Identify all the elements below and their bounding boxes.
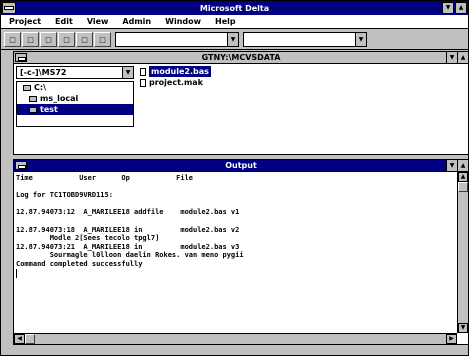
app-title: Microsoft Delta (199, 3, 270, 13)
file-label: module2.bas (149, 66, 211, 77)
system-menu-icon[interactable] (15, 161, 27, 170)
directory-label: C:\ (34, 83, 46, 92)
scroll-right-arrow-icon[interactable]: ▶ (446, 334, 457, 344)
menu-admin[interactable]: Admin (122, 17, 151, 26)
menu-bar: Project Edit View Admin Window Help (1, 15, 468, 29)
minimize-button[interactable]: ▼ (442, 2, 454, 14)
horizontal-scrollbar[interactable]: ◀ ▶ (14, 333, 457, 344)
log-line: 12.87.94073:21 A_MARILEE18 in module2.ba… (16, 242, 240, 251)
file-list: module2.bas project.mak (138, 66, 468, 154)
directory-list: C:\ ms_local test (16, 81, 134, 127)
log-line: Modle 2[Sees tecolo tpgl7] (16, 234, 160, 243)
drive-select[interactable]: [-c-]\MS72 ▼ (16, 66, 134, 79)
output-window-titlebar[interactable]: Output ▼ ▲ (14, 160, 468, 172)
output-log[interactable]: Time User Op File Log for TC1TOBD9VRD115… (16, 174, 456, 332)
system-menu-icon[interactable] (15, 53, 27, 62)
directory-label: ms_local (40, 94, 79, 103)
chevron-down-icon[interactable]: ▼ (122, 67, 133, 78)
log-line: 12.87.94073:12 A_MARILEE18 addfile modul… (16, 208, 240, 217)
folder-icon (29, 106, 37, 113)
log-line: Log for TC1TOBD9VRD115: (16, 191, 113, 200)
output-window-title: Output (225, 161, 257, 170)
scroll-up-arrow-icon[interactable]: ▲ (458, 172, 468, 182)
minimize-button[interactable]: ▼ (446, 52, 457, 63)
project-window: GTNY:\MCVSDATA ▼ ▲ [-c-]\MS72 ▼ C:\ ms_l… (13, 51, 469, 155)
app-titlebar[interactable]: Microsoft Delta ▼ ▲ (1, 1, 468, 15)
folder-icon (29, 95, 37, 102)
horizontal-scroll-thumb[interactable] (25, 334, 35, 344)
vertical-scroll-thumb[interactable] (458, 182, 468, 192)
drive-value: [-c-]\MS72 (20, 68, 67, 77)
maximize-button[interactable]: ▲ (457, 160, 468, 171)
project-window-titlebar[interactable]: GTNY:\MCVSDATA ▼ ▲ (14, 52, 468, 64)
project-combo[interactable]: ▼ (115, 32, 239, 47)
chevron-down-icon[interactable]: ▼ (227, 33, 238, 46)
menu-project[interactable]: Project (9, 17, 41, 26)
system-menu-icon[interactable] (2, 2, 16, 14)
toolbar-button-6[interactable]: □ (94, 32, 111, 47)
vertical-scrollbar[interactable]: ▲ ▼ (457, 172, 468, 333)
toolbar-button-3[interactable]: □ (40, 32, 57, 47)
toolbar-button-1[interactable]: □ (4, 32, 21, 47)
log-line: Command completed successfully (16, 259, 143, 268)
file-combo[interactable]: ▼ (243, 32, 367, 47)
toolbar-button-5[interactable]: □ (76, 32, 93, 47)
scroll-left-arrow-icon[interactable]: ◀ (14, 334, 25, 344)
directory-label: test (40, 105, 58, 114)
menu-edit[interactable]: Edit (55, 17, 73, 26)
file-item-selected[interactable]: module2.bas (138, 66, 468, 77)
log-line: Time User Op File (16, 174, 194, 182)
directory-panel: [-c-]\MS72 ▼ C:\ ms_local test (16, 66, 134, 154)
menu-window[interactable]: Window (165, 17, 201, 26)
chevron-down-icon[interactable]: ▼ (355, 33, 366, 46)
directory-item[interactable]: C:\ (17, 82, 133, 93)
menu-view[interactable]: View (87, 17, 109, 26)
app-window: Microsoft Delta ▼ ▲ Project Edit View Ad… (0, 0, 469, 356)
maximize-button[interactable]: ▲ (455, 2, 467, 14)
file-icon (140, 67, 146, 76)
minimize-button[interactable]: ▼ (446, 160, 457, 171)
file-item[interactable]: project.mak (138, 77, 468, 88)
toolbar-button-2[interactable]: □ (22, 32, 39, 47)
project-window-title: GTNY:\MCVSDATA (201, 53, 281, 62)
log-line: 12.87.94073:18 A_MARILEE18 in module2.ba… (16, 225, 240, 234)
menu-help[interactable]: Help (215, 17, 236, 26)
log-line: Sourmagle l0lloon daelin Rokes. van meno… (16, 251, 244, 260)
maximize-button[interactable]: ▲ (457, 52, 468, 63)
directory-item[interactable]: ms_local (17, 93, 133, 104)
file-label: project.mak (149, 78, 203, 87)
toolbar-button-4[interactable]: □ (58, 32, 75, 47)
text-cursor (16, 268, 456, 281)
directory-item-selected[interactable]: test (17, 104, 133, 115)
file-icon (140, 78, 146, 87)
toolbar: □ □ □ □ □ □ ▼ ▼ (1, 30, 468, 50)
folder-icon (23, 84, 31, 91)
output-window: Output ▼ ▲ Time User Op File Log for TC1… (13, 159, 469, 345)
scroll-down-arrow-icon[interactable]: ▼ (458, 323, 468, 333)
